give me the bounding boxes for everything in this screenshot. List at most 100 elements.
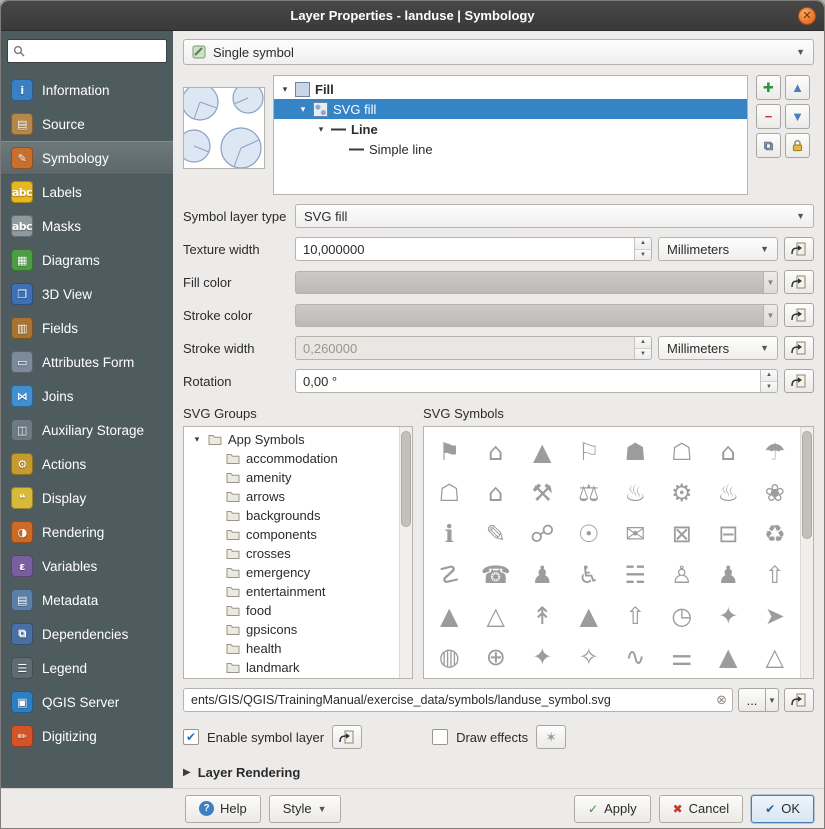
stroke-width-override-button[interactable]: [784, 336, 814, 360]
title-bar[interactable]: Layer Properties - landuse | Symbology ✕: [1, 1, 824, 31]
svg-symbol-icon[interactable]: ♻: [752, 515, 799, 553]
cancel-button[interactable]: ✖ Cancel: [659, 795, 744, 823]
texture-width-override-button[interactable]: [784, 237, 814, 261]
svg-group-folder[interactable]: health: [184, 639, 399, 658]
expander-icon[interactable]: [280, 84, 290, 95]
svg-symbol-icon[interactable]: ♨: [705, 474, 752, 512]
svg-group-folder[interactable]: accommodation: [184, 449, 399, 468]
svg-symbol-icon[interactable]: ◍: [426, 638, 473, 676]
svg-symbol-icon[interactable]: ▲: [566, 597, 613, 635]
svg-symbol-icon[interactable]: ☉: [566, 515, 613, 553]
svg-group-folder[interactable]: emergency: [184, 563, 399, 582]
sidebar-item-actions[interactable]: ⚙ Actions: [1, 447, 173, 481]
groups-scrollbar[interactable]: [399, 427, 412, 678]
svg-symbol-icon[interactable]: ⚐: [566, 433, 613, 471]
svg-symbol-icon[interactable]: ⌂: [473, 433, 520, 471]
svg-symbol-icon[interactable]: ➤: [752, 597, 799, 635]
duplicate-layer-button[interactable]: ⧉: [756, 133, 781, 158]
svg-symbol-icon[interactable]: ☂: [752, 433, 799, 471]
svg-symbol-icon[interactable]: ⚌: [659, 638, 706, 676]
enable-layer-override-button[interactable]: [332, 725, 362, 749]
svg-symbol-icon[interactable]: ☍: [519, 515, 566, 553]
svg-group-folder[interactable]: food: [184, 601, 399, 620]
svg-symbol-icon[interactable]: ✦: [705, 597, 752, 635]
svg-symbol-icon[interactable]: ❀: [752, 474, 799, 512]
expander-icon[interactable]: ▾: [192, 434, 202, 445]
spinner-arrows[interactable]: ▲▼: [634, 337, 651, 359]
apply-button[interactable]: ✓ Apply: [574, 795, 651, 823]
sidebar-item-symbology[interactable]: ✎ Symbology: [1, 141, 173, 175]
chevron-down-icon[interactable]: ▼: [763, 271, 778, 294]
clear-path-icon[interactable]: ⊗: [716, 692, 727, 708]
symbols-scrollbar[interactable]: [800, 427, 813, 678]
sidebar-item-information[interactable]: i Information: [1, 73, 173, 107]
svg-symbol-icon[interactable]: ✉: [612, 515, 659, 553]
expander-icon[interactable]: [316, 124, 326, 135]
texture-width-input[interactable]: 10,000000 ▲▼: [295, 237, 652, 261]
stroke-color-override-button[interactable]: [784, 303, 814, 327]
rotation-input[interactable]: 0,00 ° ▲▼: [295, 369, 778, 393]
effects-options-button[interactable]: ✶: [536, 725, 566, 749]
browse-ellipsis[interactable]: ...: [738, 688, 766, 712]
add-symbol-layer-button[interactable]: ✚: [756, 75, 781, 100]
fill-color-button[interactable]: ▼: [295, 271, 778, 294]
sidebar-item-diagrams[interactable]: ▦ Diagrams: [1, 243, 173, 277]
svg-group-folder[interactable]: crosses: [184, 544, 399, 563]
svg-symbol-icon[interactable]: ☗: [612, 433, 659, 471]
sidebar-search[interactable]: [7, 39, 167, 63]
move-layer-down-button[interactable]: ▼: [785, 104, 810, 129]
sidebar-item-rendering[interactable]: ◑ Rendering: [1, 515, 173, 549]
svg-symbol-icon[interactable]: △: [473, 597, 520, 635]
svg-symbol-icon[interactable]: ▲: [705, 638, 752, 676]
svg-symbol-icon[interactable]: ⚑: [426, 433, 473, 471]
layer-rendering-expander[interactable]: ▶ Layer Rendering: [183, 765, 814, 780]
close-icon[interactable]: ✕: [798, 7, 816, 25]
svg-symbol-icon[interactable]: ✦: [519, 638, 566, 676]
sidebar-item-metadata[interactable]: ▤ Metadata: [1, 583, 173, 617]
sidebar-item-display[interactable]: ❝ Display: [1, 481, 173, 515]
svg-group-root[interactable]: ▾ App Symbols: [184, 430, 399, 449]
move-layer-up-button[interactable]: ▲: [785, 75, 810, 100]
svg-symbol-icon[interactable]: ⚙: [659, 474, 706, 512]
svg-group-folder[interactable]: landmark: [184, 658, 399, 677]
svg-path-override-button[interactable]: [784, 688, 814, 712]
symbol-mode-combo[interactable]: Single symbol ▼: [183, 39, 814, 65]
help-button[interactable]: ? Help: [185, 795, 261, 823]
svg-symbol-icon[interactable]: ⊟: [705, 515, 752, 553]
svg-symbol-icon[interactable]: ⌂: [705, 433, 752, 471]
sidebar-item-fields[interactable]: ▥ Fields: [1, 311, 173, 345]
sidebar-item-qgis-server[interactable]: ▣ QGIS Server: [1, 685, 173, 719]
ok-button[interactable]: ✔ OK: [751, 795, 814, 823]
svg-symbol-icon[interactable]: ⇧: [612, 597, 659, 635]
svg-symbol-icon[interactable]: ☡: [426, 556, 473, 594]
remove-symbol-layer-button[interactable]: −: [756, 104, 781, 129]
texture-width-unit-combo[interactable]: Millimeters ▼: [658, 237, 778, 261]
symbol-layer-row[interactable]: Line: [274, 119, 747, 139]
svg-path-input[interactable]: ents/GIS/QGIS/TrainingManual/exercise_da…: [183, 688, 733, 712]
fill-color-override-button[interactable]: [784, 270, 814, 294]
stroke-width-unit-combo[interactable]: Millimeters ▼: [658, 336, 778, 360]
enable-symbol-layer-checkbox[interactable]: ✔: [183, 729, 199, 745]
spinner-arrows[interactable]: ▲▼: [760, 370, 777, 392]
svg-group-folder[interactable]: components: [184, 525, 399, 544]
expander-icon[interactable]: [298, 104, 308, 115]
symbol-layer-row[interactable]: Fill: [274, 79, 747, 99]
lock-color-button[interactable]: [785, 133, 810, 158]
svg-symbol-icon[interactable]: △: [752, 638, 799, 676]
svg-symbol-icon[interactable]: ☎: [473, 556, 520, 594]
style-button[interactable]: Style ▼: [269, 795, 341, 823]
draw-effects-checkbox[interactable]: [432, 729, 448, 745]
svg-symbol-icon[interactable]: ☵: [612, 556, 659, 594]
sidebar-item-labels[interactable]: abc Labels: [1, 175, 173, 209]
svg-symbol-icon[interactable]: ⌂: [473, 474, 520, 512]
svg-symbol-icon[interactable]: ☖: [659, 433, 706, 471]
sidebar-item-masks[interactable]: abc Masks: [1, 209, 173, 243]
svg-symbol-icon[interactable]: ⊠: [659, 515, 706, 553]
svg-symbol-icon[interactable]: ⊕: [473, 638, 520, 676]
sidebar-item-dependencies[interactable]: ⧉ Dependencies: [1, 617, 173, 651]
stroke-color-button[interactable]: ▼: [295, 304, 778, 327]
sidebar-item-joins[interactable]: ⋈ Joins: [1, 379, 173, 413]
svg-group-folder[interactable]: amenity: [184, 468, 399, 487]
svg-symbol-icon[interactable]: ☖: [426, 474, 473, 512]
svg-symbol-icon[interactable]: ✧: [566, 638, 613, 676]
